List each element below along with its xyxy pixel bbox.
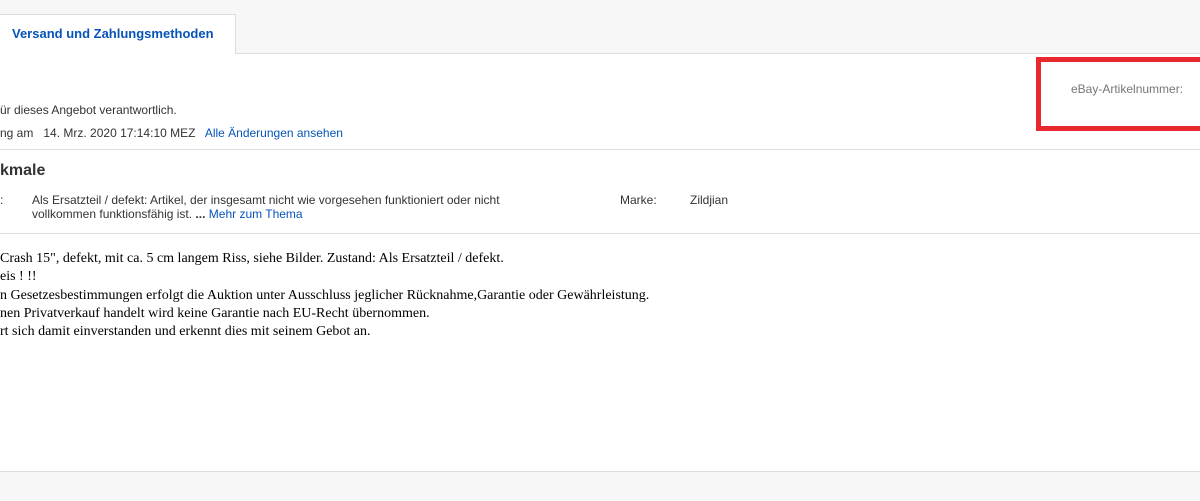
responsible-text: ür dieses Angebot verantwortlich.	[0, 103, 177, 117]
highlight-annotation-box	[1036, 57, 1200, 131]
description-line: eis ! !!	[0, 269, 37, 284]
section-divider	[0, 233, 1200, 234]
section-divider	[0, 149, 1200, 150]
description-line: rt sich damit einverstanden und erkennt …	[0, 324, 371, 339]
last-updated-label: ng am	[0, 126, 34, 140]
description-line: nen Privatverkauf handelt wird keine Gar…	[0, 306, 430, 321]
condition-value-line1: Als Ersatzteil / defekt: Artikel, der in…	[32, 193, 500, 207]
condition-value-text: vollkommen funktionsfähig ist.	[32, 207, 193, 221]
brand-label: Marke:	[620, 193, 657, 207]
brand-value: Zildjian	[690, 193, 729, 207]
condition-label: :	[0, 193, 4, 207]
condition-ellipsis: ...	[195, 207, 206, 221]
tab-shipping-payment[interactable]: Versand und Zahlungsmethoden	[0, 14, 236, 54]
all-changes-link[interactable]: Alle Änderungen ansehen	[205, 126, 343, 140]
description-line: Crash 15", defekt, mit ca. 5 cm langem R…	[0, 251, 504, 266]
item-features-title: kmale	[0, 162, 46, 179]
condition-value-line2: vollkommen funktionsfähig ist. ... Mehr …	[32, 207, 303, 221]
last-updated-date: 14. Mrz. 2020 17:14:10 MEZ	[43, 126, 196, 140]
footer-band	[0, 471, 1200, 501]
tab-bar: Versand und Zahlungsmethoden	[0, 0, 1200, 54]
last-updated-row: ng am 14. Mrz. 2020 17:14:10 MEZ Alle Än…	[0, 126, 343, 140]
more-about-topic-link[interactable]: Mehr zum Thema	[209, 207, 303, 221]
description-line: n Gesetzesbestimmungen erfolgt die Aukti…	[0, 288, 650, 303]
